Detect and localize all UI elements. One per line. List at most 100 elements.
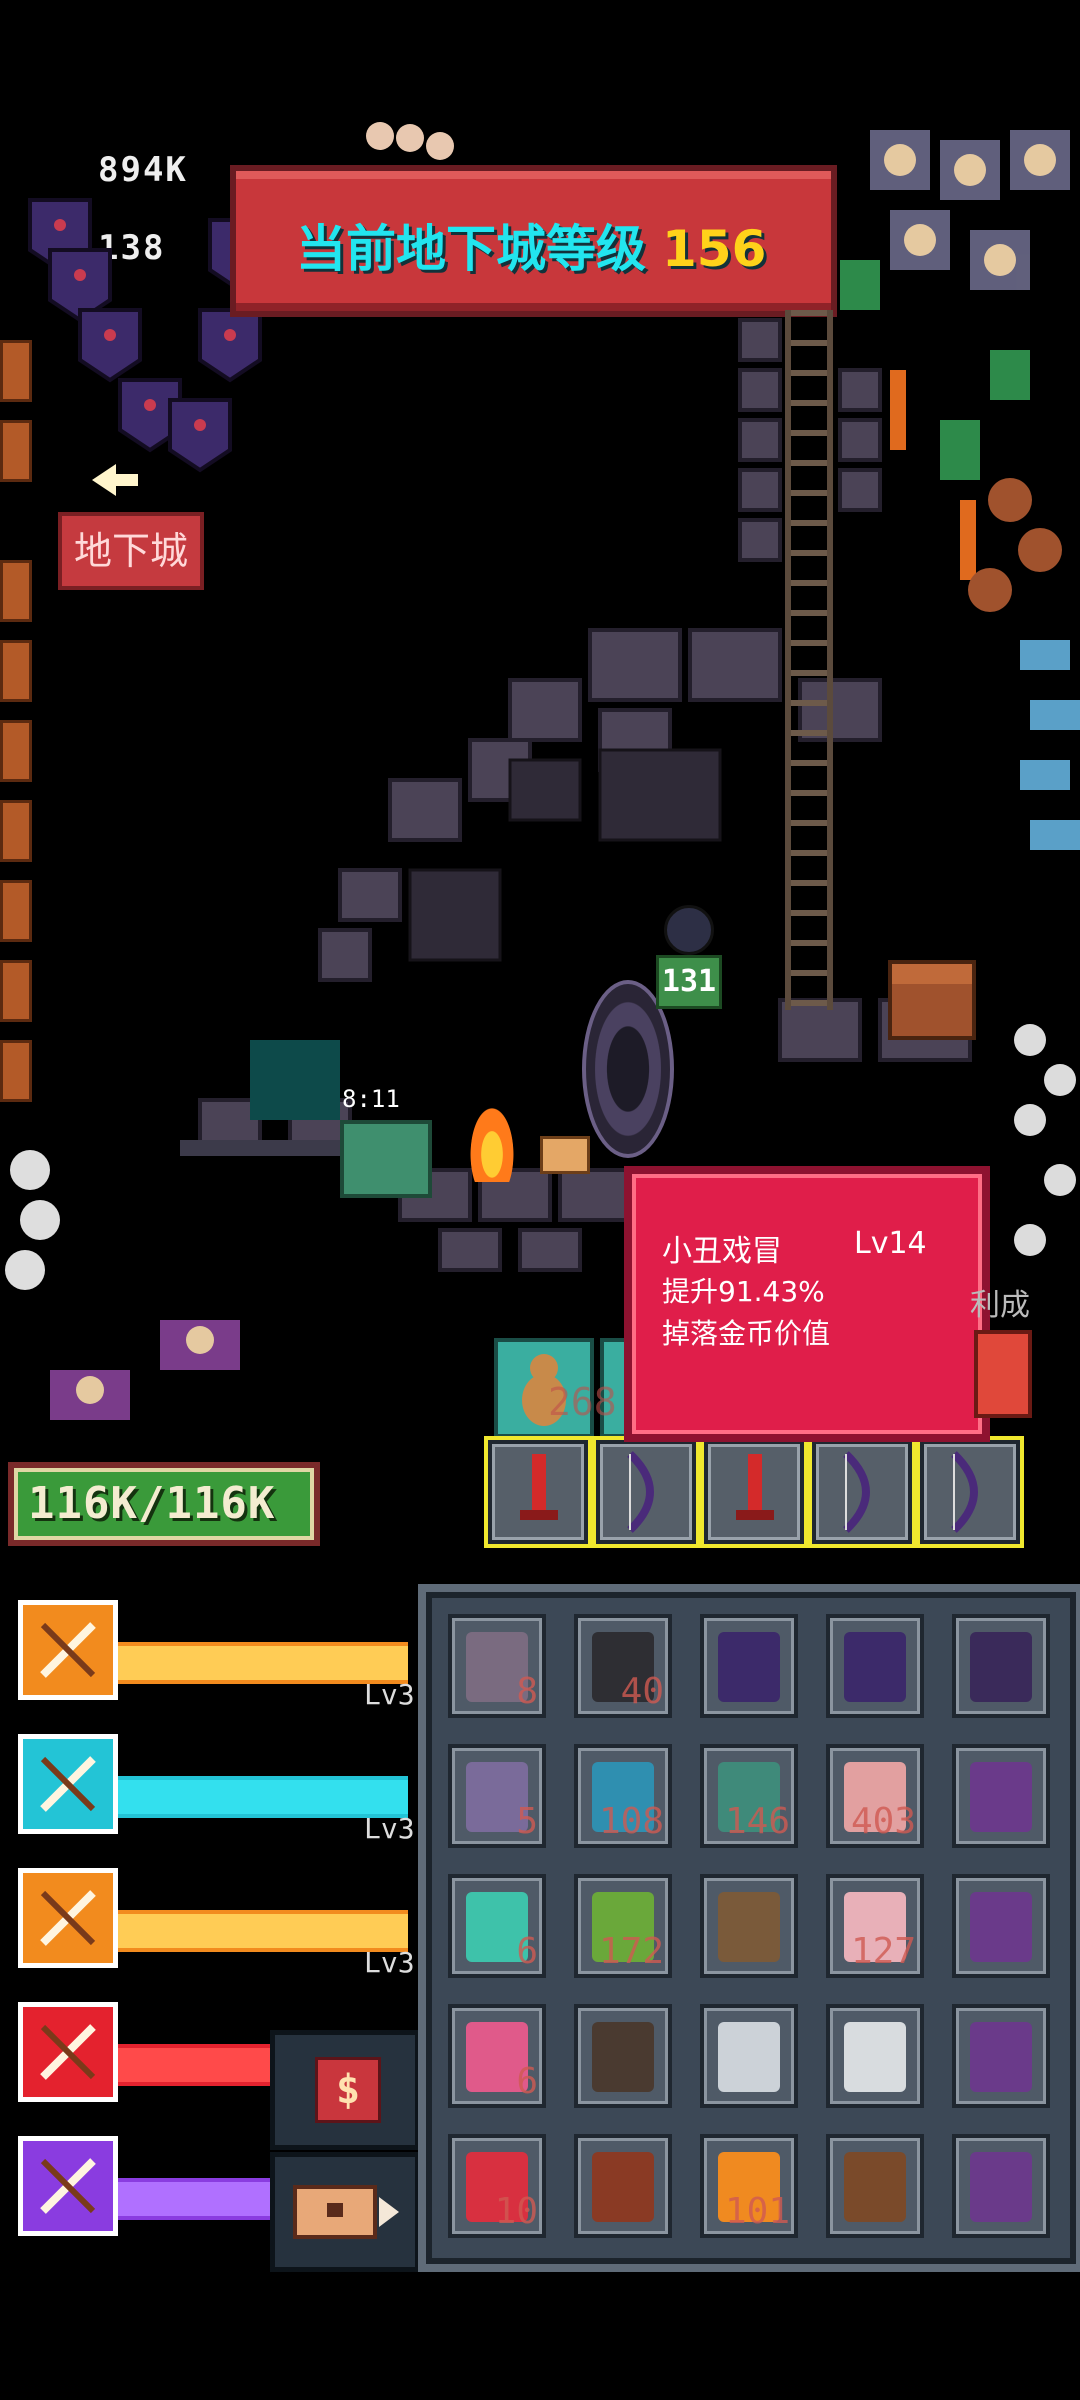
item-quantity: 40 [620,1671,664,1712]
item-quantity: 6 [516,1931,538,1972]
item-quantity: 5 [516,1801,538,1842]
inventory-slot[interactable]: 5 [448,1744,546,1848]
inventory-slot[interactable]: 127 [826,1874,924,1978]
inventory-slot[interactable]: 403 [826,1744,924,1848]
bow-skill-icon[interactable] [18,2136,118,2236]
shield-icon [844,1632,906,1702]
staff-skill-level: Lv3 [364,1812,415,1845]
fire-skill-icon[interactable] [18,2002,118,2102]
sword-skill-level: Lv3 [364,1678,415,1711]
inventory-slot[interactable] [952,1874,1050,1978]
tooltip-line-2: 掉落金币价值 [662,1317,831,1350]
ladder [785,310,833,1010]
inventory-slot[interactable]: 6 [448,1874,546,1978]
weapon-slot-1[interactable] [488,1440,588,1544]
item-quantity: 127 [850,1931,916,1972]
side-tab-right[interactable] [974,1330,1032,1418]
weapon-slot-2[interactable] [596,1440,696,1544]
inventory-slot[interactable] [952,1614,1050,1718]
item-quantity: 101 [724,2191,790,2232]
back-arrow-icon[interactable] [90,460,140,500]
gold-amount: 894K [98,150,188,190]
chest-button[interactable] [270,2152,420,2272]
bow-icon [970,1632,1032,1702]
inventory-slot[interactable]: 6 [448,2004,546,2108]
weapon-slot-5[interactable] [920,1440,1020,1544]
item-quantity: 172 [598,1931,664,1972]
hammer-icon [970,1762,1032,1832]
item-quantity: 146 [724,1801,790,1842]
green-book-icon [592,2152,654,2222]
hero-character [664,905,714,955]
shield-icon [718,1632,780,1702]
inventory-slot[interactable] [700,1614,798,1718]
shop-button[interactable]: $ [270,2030,420,2150]
sword-skill-icon[interactable] [18,1600,118,1700]
skull-decoration-icon [360,116,480,176]
dagger-skill-icon[interactable] [18,1868,118,1968]
inventory-slot[interactable] [700,1874,798,1978]
inventory-slot[interactable] [952,2004,1050,2108]
inventory-slot[interactable] [574,2134,672,2238]
inventory-slot[interactable] [952,1744,1050,1848]
hammer-icon [970,2022,1032,2092]
edge-tab-7[interactable] [0,880,32,942]
inventory-panel: 8 40 5 108 146 403 6 172 127 6 10 101 [418,1584,1080,2272]
inventory-slot[interactable]: 40 [574,1614,672,1718]
tooltip-item-level: Lv14 [854,1226,927,1261]
inventory-slot[interactable]: 10 [448,2134,546,2238]
edge-tab-2[interactable] [0,420,32,482]
staff-skill-icon[interactable] [18,1734,118,1834]
tooltip-item-name: 小丑戏冒 [662,1234,782,1269]
edge-tab-6[interactable] [0,800,32,862]
timed-chest-icon[interactable] [340,1120,432,1198]
ring-silver-icon [718,2022,780,2092]
edge-tab-1[interactable] [0,340,32,402]
item-quantity: 6 [516,2061,538,2102]
partial-label: 利成 [970,1288,1030,1323]
edge-tab-5[interactable] [0,720,32,782]
item-quantity: 8 [516,1671,538,1712]
equip-qty: 268 [548,1380,617,1424]
inventory-slot[interactable]: 146 [700,1744,798,1848]
inventory-slot[interactable] [826,2004,924,2108]
bone-pile-decoration [0,1140,300,1440]
item-quantity: 10 [494,2191,538,2232]
eye-book-icon [844,2152,906,2222]
inventory-slot[interactable] [826,1614,924,1718]
ring-brown-icon [592,2022,654,2092]
item-tooltip: 小丑戏冒 Lv14 提升91.43% 掉落金币价值 [624,1166,990,1442]
hammer-icon [970,2152,1032,2222]
staff-icon [718,1892,780,1962]
edge-tab-8[interactable] [0,960,32,1022]
inventory-slot[interactable] [700,2004,798,2108]
dagger-skill-level: Lv3 [364,1946,415,1979]
hp-bar: 116K/116K [8,1462,320,1546]
chest-timer: 8:11 [342,1085,400,1113]
edge-tab-3[interactable] [0,560,32,622]
edge-tab-9[interactable] [0,1040,32,1102]
hero-level-tag: 131 [656,955,722,1009]
inventory-slot[interactable]: 8 [448,1614,546,1718]
edge-tab-4[interactable] [0,640,32,702]
inventory-slot[interactable] [574,2004,672,2108]
tooltip-line-1: 提升91.43% [662,1275,825,1308]
item-quantity: 403 [850,1801,916,1842]
inventory-slot[interactable]: 101 [700,2134,798,2238]
item-quantity: 108 [598,1801,664,1842]
chest-icon [293,2185,399,2239]
hp-text: 116K/116K [28,1478,276,1529]
dollar-icon: $ [315,2057,381,2123]
banner-prefix: 当前地下城等级 [296,220,646,278]
hammer-icon [970,1892,1032,1962]
inventory-slot[interactable] [952,2134,1050,2238]
campfire-icon [462,1090,522,1182]
inventory-slot[interactable] [826,2134,924,2238]
weapon-slot-3[interactable] [704,1440,804,1544]
inventory-slot[interactable]: 172 [574,1874,672,1978]
treasure-chest-icon[interactable] [888,960,976,1040]
bracelet-icon [844,2022,906,2092]
signpost-icon[interactable] [540,1136,590,1174]
inventory-slot[interactable]: 108 [574,1744,672,1848]
weapon-slot-4[interactable] [812,1440,912,1544]
